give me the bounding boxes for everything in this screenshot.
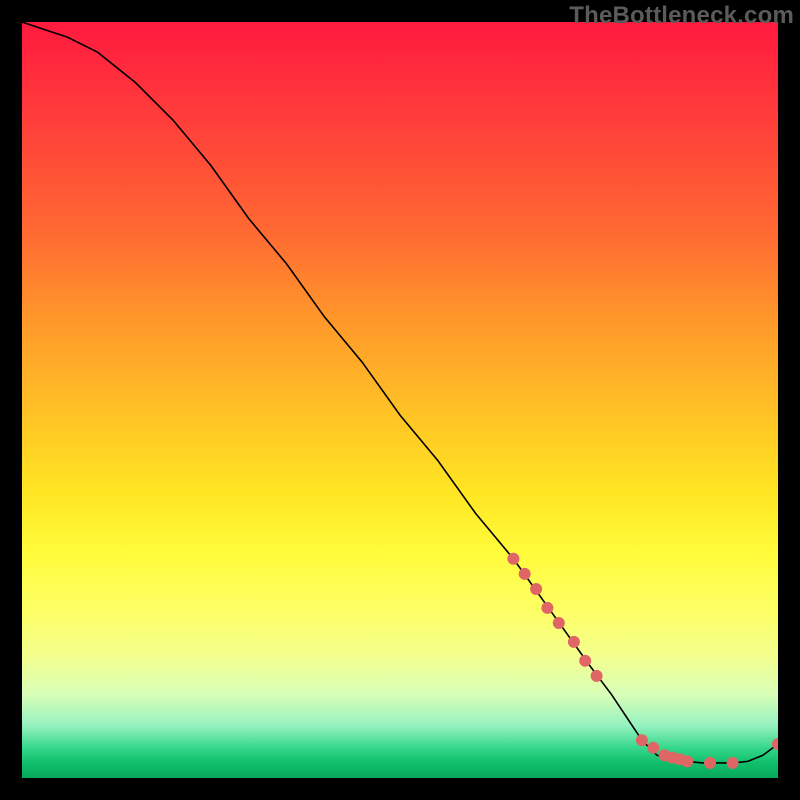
marker-dot bbox=[591, 670, 603, 682]
curve-path bbox=[22, 22, 778, 763]
marker-dot bbox=[519, 568, 531, 580]
marker-dot bbox=[541, 602, 553, 614]
plot-area bbox=[22, 22, 778, 778]
marker-dot bbox=[636, 734, 648, 746]
marker-dot bbox=[727, 757, 739, 769]
marker-dot bbox=[647, 742, 659, 754]
marker-dot bbox=[568, 636, 580, 648]
curve-layer bbox=[22, 22, 778, 778]
chart-container: TheBottleneck.com bbox=[0, 0, 800, 800]
marker-dot bbox=[507, 553, 519, 565]
marker-dot bbox=[579, 655, 591, 667]
watermark-text: TheBottleneck.com bbox=[569, 2, 794, 30]
marker-dot bbox=[553, 617, 565, 629]
marker-dot bbox=[530, 583, 542, 595]
marker-dot bbox=[704, 757, 716, 769]
marker-dot bbox=[681, 755, 693, 767]
